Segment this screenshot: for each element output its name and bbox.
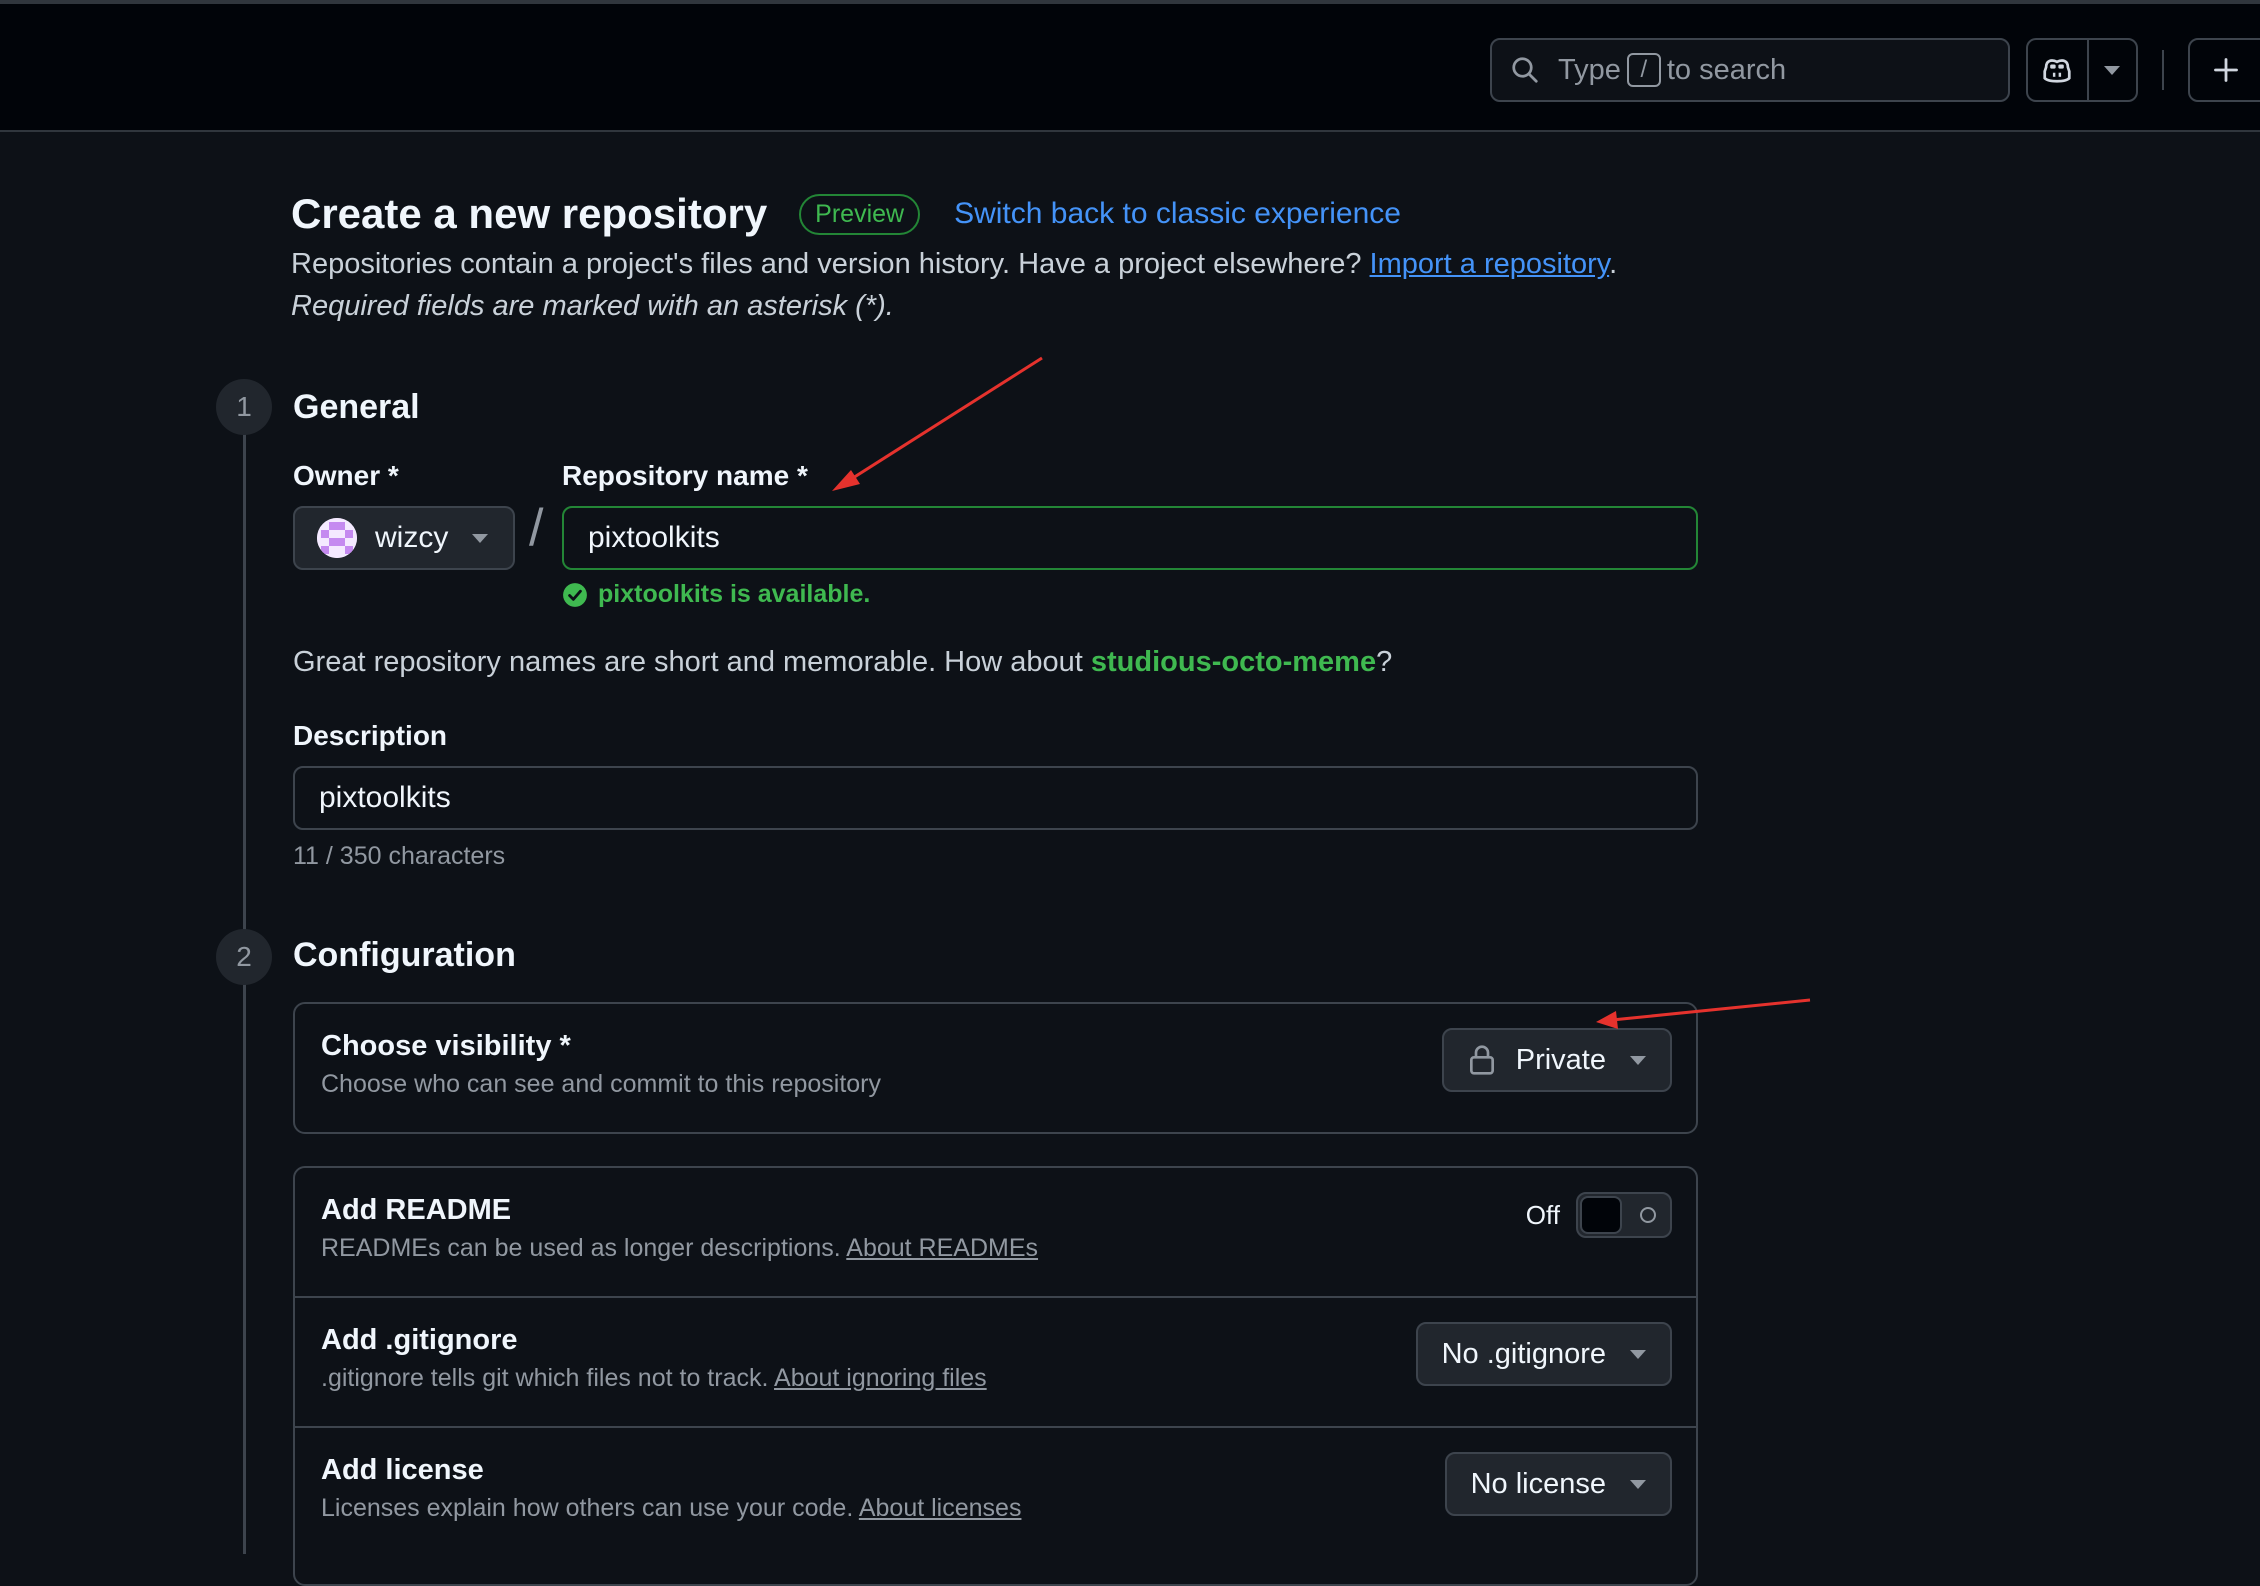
license-title: Add license — [321, 1454, 484, 1486]
suggestion-prefix: Great repository names are short and mem… — [293, 646, 1083, 678]
step-1-marker: 1 — [216, 379, 272, 435]
import-repository-link[interactable]: Import a repository — [1370, 248, 1610, 280]
page-description: Repositories contain a project's files a… — [291, 248, 1618, 280]
preview-badge: Preview — [799, 193, 921, 235]
about-readmes-link[interactable]: About READMEs — [846, 1234, 1038, 1262]
lock-icon — [1469, 1045, 1494, 1075]
configuration-section-title: Configuration — [293, 936, 516, 974]
visibility-card: Choose visibility * Choose who can see a… — [293, 1002, 1698, 1134]
license-value: No license — [1470, 1467, 1606, 1500]
general-section-title: General — [293, 388, 420, 426]
chevron-down-icon — [1630, 1055, 1646, 1065]
visibility-value: Private — [1515, 1043, 1606, 1076]
availability-text: pixtoolkits is available. — [598, 580, 871, 608]
visibility-title: Choose visibility * — [321, 1030, 571, 1062]
owner-label: Owner * — [293, 460, 399, 491]
copilot-button[interactable] — [2028, 40, 2089, 100]
license-row: Add license Licenses explain how others … — [295, 1428, 1696, 1558]
search-suffix: to search — [1666, 53, 1787, 86]
switch-classic-link[interactable]: Switch back to classic experience — [954, 197, 1401, 231]
copilot-icon — [2043, 59, 2072, 83]
title-row: Create a new repository Preview Switch b… — [291, 190, 1401, 238]
copilot-menu-button[interactable] — [2089, 40, 2136, 100]
repo-name-label: Repository name * — [562, 460, 808, 491]
top-bar: Type / to search — [0, 0, 2260, 132]
search-shortcut-key: / — [1626, 53, 1661, 87]
toggle-knob — [1580, 1196, 1622, 1234]
search-prefix: Type — [1558, 53, 1621, 86]
avatar — [317, 518, 357, 558]
header-divider — [2162, 50, 2164, 90]
readme-subtitle: READMEs can be used as longer descriptio… — [321, 1234, 1039, 1262]
description-label: Description — [293, 720, 448, 751]
search-input[interactable]: Type / to search — [1490, 38, 2010, 102]
availability-message: pixtoolkits is available. — [562, 580, 870, 609]
owner-value: wizcy — [375, 521, 449, 554]
chevron-down-icon — [472, 533, 489, 543]
gitignore-row: Add .gitignore .gitignore tells git whic… — [295, 1298, 1696, 1428]
repository-name-input[interactable]: pixtoolkits — [562, 506, 1698, 570]
visibility-row: Choose visibility * Choose who can see a… — [295, 1004, 1696, 1132]
description-input[interactable]: pixtoolkits — [293, 766, 1698, 830]
toggle-off-icon — [1640, 1207, 1656, 1223]
copilot-button-group — [2026, 38, 2138, 102]
character-count: 11 / 350 characters — [293, 842, 506, 870]
repo-options-card: Add README READMEs can be used as longer… — [293, 1166, 1698, 1586]
step-2-marker: 2 — [216, 929, 272, 985]
readme-toggle[interactable] — [1576, 1192, 1672, 1238]
check-circle-icon — [563, 582, 587, 607]
main-content: Create a new repository Preview Switch b… — [0, 134, 2260, 1586]
page-title: Create a new repository — [291, 190, 768, 237]
page-description-text: Repositories contain a project's files a… — [291, 248, 1362, 280]
about-licenses-link[interactable]: About licenses — [859, 1494, 1022, 1522]
name-suggestion: Great repository names are short and mem… — [293, 646, 1392, 679]
chevron-down-icon — [1630, 1479, 1646, 1489]
visibility-select[interactable]: Private — [1441, 1028, 1672, 1092]
plus-icon — [2214, 58, 2238, 82]
readme-toggle-wrap: Off — [1526, 1192, 1672, 1238]
owner-select[interactable]: wizcy — [293, 506, 515, 570]
gitignore-subtitle: .gitignore tells git which files not to … — [321, 1364, 987, 1392]
create-new-button[interactable] — [2188, 38, 2260, 102]
readme-title: Add README — [321, 1194, 512, 1226]
readme-toggle-label: Off — [1525, 1199, 1560, 1230]
about-ignoring-files-link[interactable]: About ignoring files — [774, 1364, 987, 1392]
required-note: Required fields are marked with an aster… — [291, 290, 894, 322]
visibility-subtitle: Choose who can see and commit to this re… — [321, 1070, 881, 1098]
suggested-name-link[interactable]: studious-octo-meme — [1091, 646, 1376, 678]
license-subtitle: Licenses explain how others can use your… — [321, 1494, 1022, 1522]
chevron-down-icon — [2104, 65, 2121, 75]
license-select[interactable]: No license — [1444, 1452, 1672, 1516]
readme-row: Add README READMEs can be used as longer… — [295, 1168, 1696, 1298]
gitignore-title: Add .gitignore — [321, 1324, 518, 1356]
search-icon — [1512, 57, 1538, 83]
chevron-down-icon — [1630, 1349, 1646, 1359]
gitignore-select[interactable]: No .gitignore — [1415, 1322, 1672, 1386]
owner-repo-separator: / — [529, 499, 544, 557]
gitignore-value: No .gitignore — [1441, 1337, 1606, 1370]
suggestion-suffix: ? — [1376, 646, 1393, 678]
